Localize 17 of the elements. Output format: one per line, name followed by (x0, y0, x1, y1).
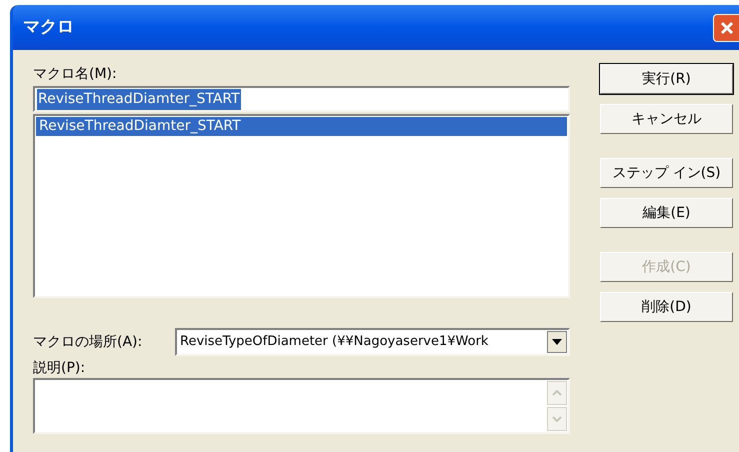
dialog-button[interactable]: 編集(E) (600, 198, 733, 228)
location-dropdown[interactable]: ReviseTypeOfDiameter (¥¥Nagoyaserve1¥Work (175, 328, 570, 356)
list-item[interactable]: ReviseThreadDiamter_START (36, 117, 567, 136)
dialog-button[interactable]: 実行(R) (600, 64, 733, 94)
close-icon (718, 20, 734, 36)
macro-name-label: マクロ名(M): (33, 65, 118, 84)
window-title: マクロ (23, 16, 74, 39)
macro-name-field[interactable]: ReviseThreadDiamter_START (33, 86, 570, 112)
close-button[interactable] (713, 14, 739, 42)
dialog-button[interactable]: キャンセル (600, 104, 733, 134)
dialog-button[interactable]: 削除(D) (600, 292, 733, 322)
field-value: ReviseThreadDiamter_START (37, 88, 241, 110)
description-label: 説明(P): (33, 359, 86, 378)
dropdown-value: ReviseTypeOfDiameter (¥¥Nagoyaserve1¥Work (179, 333, 490, 352)
location-label: マクロの場所(A): (33, 332, 144, 352)
macro-list[interactable]: ReviseThreadDiamter_START (33, 114, 570, 298)
dialog-button[interactable]: ステップ イン(S) (600, 158, 733, 188)
